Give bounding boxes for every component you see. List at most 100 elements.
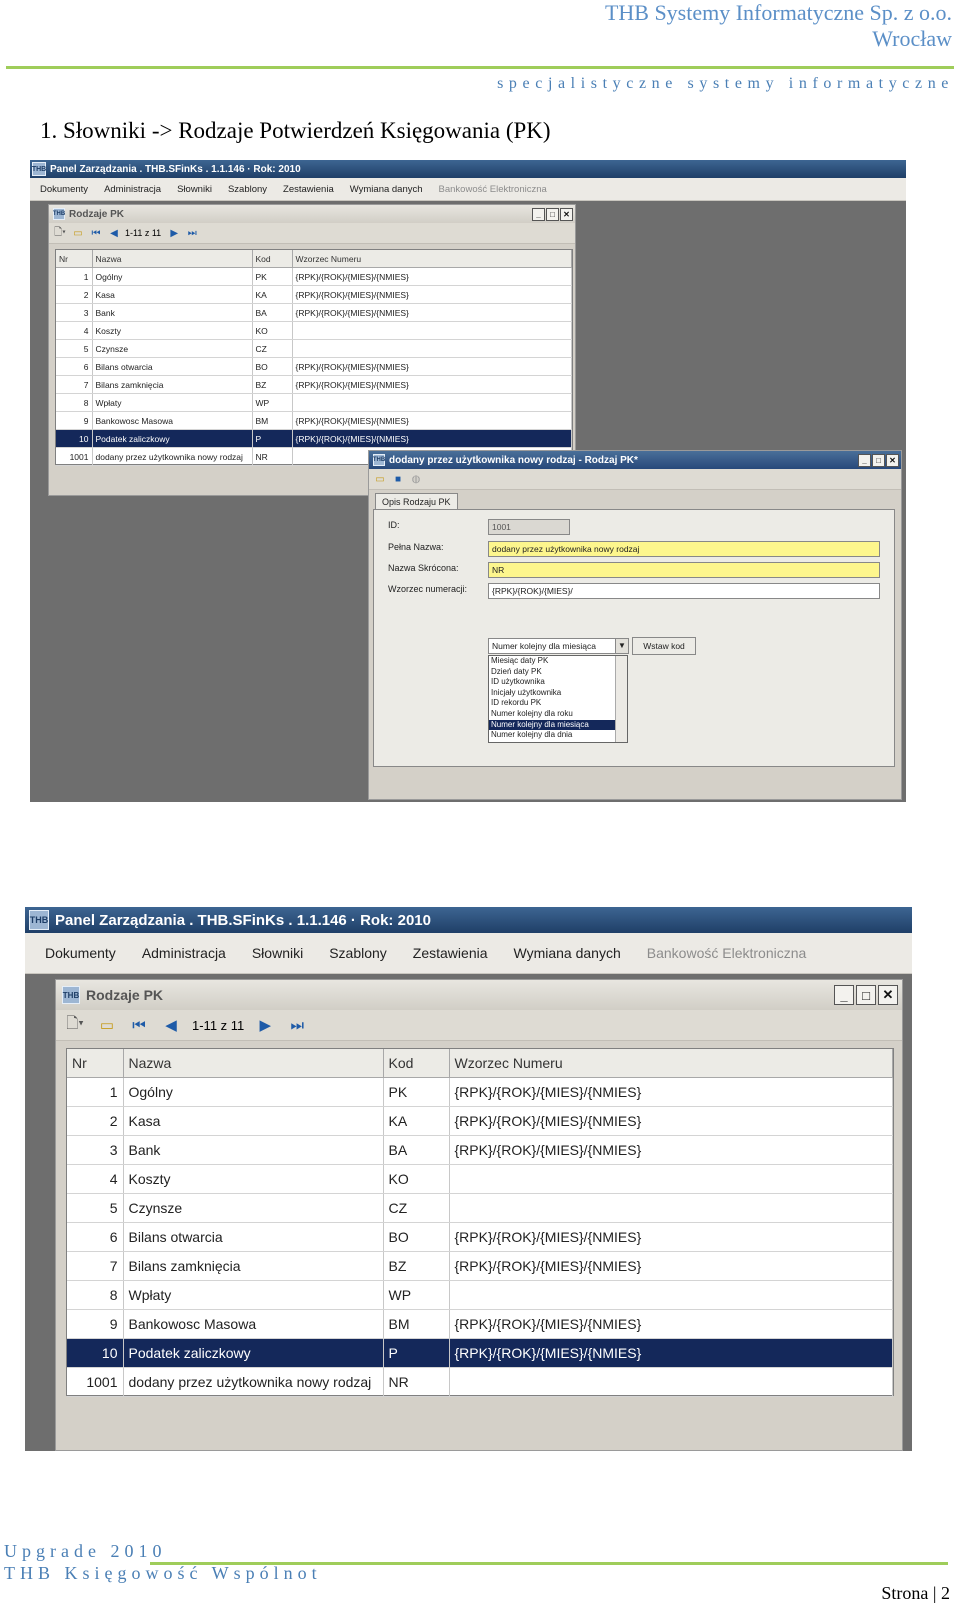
- list-item-selected[interactable]: Numer kolejny dla miesiąca: [489, 719, 615, 731]
- maximize-icon[interactable]: □: [546, 207, 559, 221]
- list-scrollbar[interactable]: [615, 656, 627, 742]
- table-row[interactable]: 6 Bilans otwarcia BO {RPK}/{ROK}/{MIES}/{NM…: [56, 357, 572, 376]
- minimize-icon[interactable]: _: [532, 207, 545, 221]
- cell-nazwa: Podatek zaliczkowy: [92, 429, 253, 448]
- app-screenshot-large: THB Panel Zarządzania . THB.SFinKs . 1.1…: [25, 907, 912, 1451]
- app-logo-icon: THB: [32, 162, 46, 176]
- menu-szablony[interactable]: Szablony: [228, 184, 267, 195]
- new-document-icon[interactable]: 🗋▾: [53, 225, 67, 242]
- table-row[interactable]: 2 Kasa KA {RPK}/{ROK}/{MIES}/{NMIES}: [67, 1106, 893, 1136]
- col-kod[interactable]: Kod: [383, 1049, 450, 1078]
- cell-nazwa: Ogólny: [123, 1077, 384, 1107]
- cell-wzorzec: {RPK}/{ROK}/{MIES}/{NMIES}: [449, 1222, 893, 1252]
- table-row[interactable]: 9 Bankowosc Masowa BM {RPK}/{ROK}/{MIES}/{N…: [67, 1309, 893, 1339]
- table-row[interactable]: 8 Wpłaty WP: [56, 393, 572, 412]
- maximize-icon[interactable]: □: [872, 453, 885, 467]
- cell-nr: 7: [56, 375, 93, 394]
- menu-dokumenty[interactable]: Dokumenty: [40, 184, 88, 195]
- table-row[interactable]: 5 Czynsze CZ: [56, 339, 572, 358]
- menu-administracja[interactable]: Administracja: [142, 945, 226, 961]
- minimize-icon[interactable]: _: [834, 985, 854, 1005]
- next-record-icon[interactable]: ▶: [167, 228, 181, 239]
- list-item[interactable]: Inicjały użytkownika: [489, 688, 615, 699]
- menu-slowniki[interactable]: Słowniki: [177, 184, 212, 195]
- chevron-down-icon[interactable]: ▼: [615, 639, 628, 653]
- menu-zestawienia[interactable]: Zestawienia: [413, 945, 488, 961]
- cell-nazwa: Bankowosc Masowa: [123, 1309, 384, 1339]
- table-row[interactable]: 1 Ogólny PK {RPK}/{ROK}/{MIES}/{NMIES}: [56, 267, 572, 286]
- menu-wymiana-danych[interactable]: Wymiana danych: [350, 184, 423, 195]
- close-icon[interactable]: ✕: [886, 453, 899, 467]
- table-row[interactable]: 2 Kasa KA {RPK}/{ROK}/{MIES}/{NMIES}: [56, 285, 572, 304]
- table-row[interactable]: 6 Bilans otwarcia BO {RPK}/{ROK}/{MIES}/{NM…: [67, 1222, 893, 1252]
- minimize-icon[interactable]: _: [858, 453, 871, 467]
- col-nr[interactable]: Nr: [56, 250, 93, 268]
- previous-record-icon[interactable]: ◀: [107, 228, 121, 239]
- cell-wzorzec: {RPK}/{ROK}/{MIES}/{NMIES}: [292, 303, 572, 322]
- list-item[interactable]: Numer kolejny dla roku: [489, 709, 615, 720]
- list-item[interactable]: ID rekordu PK: [489, 698, 615, 709]
- list-item[interactable]: Dzień daty PK: [489, 667, 615, 678]
- table-row[interactable]: 1 Ogólny PK {RPK}/{ROK}/{MIES}/{NMIES}: [67, 1077, 893, 1107]
- previous-record-icon[interactable]: ◀: [160, 1016, 182, 1034]
- tab-opis-rodzaju-pk[interactable]: Opis Rodzaju PK: [375, 493, 458, 510]
- table-row[interactable]: 3 Bank BA {RPK}/{ROK}/{MIES}/{NMIES}: [67, 1135, 893, 1165]
- table-row[interactable]: 8 Wpłaty WP: [67, 1280, 893, 1310]
- open-folder-icon[interactable]: ▭: [71, 228, 85, 239]
- col-nazwa[interactable]: Nazwa: [92, 250, 253, 268]
- pattern-field[interactable]: {RPK}/{ROK}/{MIES}/: [488, 583, 880, 599]
- table-row[interactable]: 7 Bilans zamknięcia BZ {RPK}/{ROK}/{MIES}/{…: [67, 1251, 893, 1281]
- next-record-icon[interactable]: ▶: [254, 1016, 276, 1034]
- delete-icon[interactable]: ◍: [409, 474, 423, 485]
- dialog-toolbar: ▭ ■ ◍: [369, 469, 901, 490]
- menu-wymiana-danych[interactable]: Wymiana danych: [514, 945, 621, 961]
- company-name: THB Systemy Informatyczne Sp. z o.o.: [604, 0, 952, 25]
- open-folder-icon[interactable]: ▭: [96, 1016, 118, 1034]
- table-row[interactable]: 9 Bankowosc Masowa BM {RPK}/{ROK}/{MIES}/{N…: [56, 411, 572, 430]
- menu-dokumenty[interactable]: Dokumenty: [45, 945, 116, 961]
- col-wzorzec[interactable]: Wzorzec Numeru: [292, 250, 572, 268]
- close-icon[interactable]: ✕: [878, 985, 898, 1005]
- cell-nr: 5: [67, 1193, 124, 1223]
- new-document-icon[interactable]: 🗋▾: [64, 1013, 86, 1038]
- list-item[interactable]: Miesiąc daty PK: [489, 656, 615, 667]
- menu-slowniki[interactable]: Słowniki: [252, 945, 303, 961]
- col-wzorzec[interactable]: Wzorzec Numeru: [449, 1049, 893, 1078]
- full-name-field[interactable]: dodany przez użytkownika nowy rodzaj: [488, 541, 880, 557]
- open-folder-icon[interactable]: ▭: [373, 474, 387, 485]
- pattern-label: Wzorzec numeracji:: [388, 584, 468, 594]
- last-record-icon[interactable]: ⏭: [286, 1017, 308, 1034]
- table-row[interactable]: 7 Bilans zamknięcia BZ {RPK}/{ROK}/{MIES}/{…: [56, 375, 572, 394]
- cell-kod: KA: [383, 1106, 450, 1136]
- list-item[interactable]: Numer kolejny dla dnia: [489, 730, 615, 741]
- list-item[interactable]: ID użytkownika: [489, 677, 615, 688]
- cell-kod: BM: [252, 411, 293, 430]
- maximize-icon[interactable]: □: [856, 985, 876, 1005]
- table-row[interactable]: 3 Bank BA {RPK}/{ROK}/{MIES}/{NMIES}: [56, 303, 572, 322]
- col-nr[interactable]: Nr: [67, 1049, 124, 1078]
- app-titlebar: THB Panel Zarządzania . THB.SFinKs . 1.1…: [25, 907, 912, 933]
- menu-zestawienia[interactable]: Zestawienia: [283, 184, 334, 195]
- table-row[interactable]: 1001 dodany przez użytkownika nowy rodzaj…: [67, 1367, 893, 1397]
- menu-bankowosc-elektroniczna: Bankowość Elektroniczna: [438, 183, 547, 195]
- first-record-icon[interactable]: ⏮: [128, 1017, 150, 1034]
- close-icon[interactable]: ✕: [560, 207, 573, 221]
- cell-nr: 2: [67, 1106, 124, 1136]
- last-record-icon[interactable]: ⏭: [185, 228, 199, 239]
- cell-nr: 1: [56, 267, 93, 286]
- short-name-field[interactable]: NR: [488, 562, 880, 578]
- cell-kod: BM: [383, 1309, 450, 1339]
- table-row[interactable]: 4 Koszty KO: [56, 321, 572, 340]
- save-icon[interactable]: ■: [391, 474, 405, 485]
- table-row[interactable]: 4 Koszty KO: [67, 1164, 893, 1194]
- col-nazwa[interactable]: Nazwa: [123, 1049, 384, 1078]
- code-type-select[interactable]: Numer kolejny dla miesiąca ▼: [488, 638, 629, 654]
- table-row[interactable]: 5 Czynsze CZ: [67, 1193, 893, 1223]
- first-record-icon[interactable]: ⏮: [89, 228, 103, 239]
- table-row-selected[interactable]: 10 Podatek zaliczkowy P {RPK}/{ROK}/{MIES}/…: [56, 429, 572, 448]
- menu-administracja[interactable]: Administracja: [104, 184, 161, 195]
- menu-szablony[interactable]: Szablony: [329, 945, 387, 961]
- insert-code-button[interactable]: Wstaw kod: [632, 637, 696, 655]
- table-row-selected[interactable]: 10 Podatek zaliczkowy P {RPK}/{ROK}/{MIES}/…: [67, 1338, 893, 1368]
- col-kod[interactable]: Kod: [252, 250, 293, 268]
